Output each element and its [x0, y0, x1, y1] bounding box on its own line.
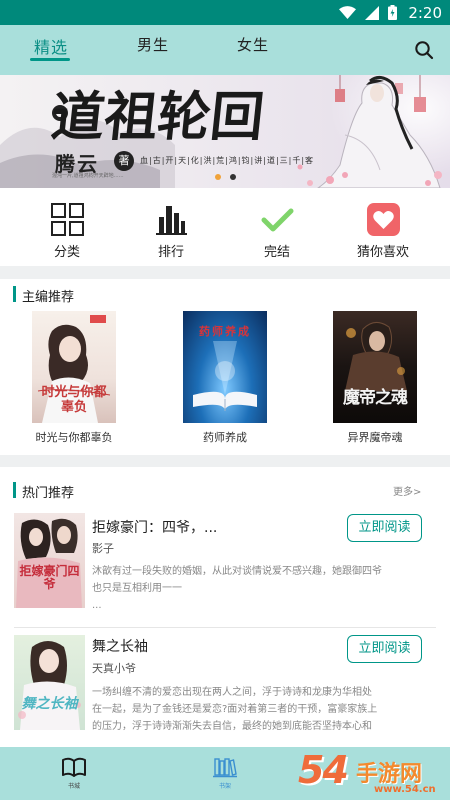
tab-male[interactable]: 男生 — [137, 34, 169, 55]
cover-title: 魔帝之魂 — [343, 388, 408, 408]
signal-icon — [365, 5, 380, 20]
bookstore-label: 书城 — [67, 783, 80, 790]
description-line: 的压力，浮于诗诗渐渐失去自信，最终的她到底能否坚持本心和 — [92, 721, 372, 732]
cover-title: 舞之长袖 — [21, 696, 78, 712]
wifi-icon — [339, 6, 357, 19]
ranking-label: 排行 — [157, 245, 184, 260]
bookshelf-label: 书架 — [218, 783, 231, 790]
book-cover[interactable]: 药师养成 — [183, 311, 267, 423]
battery-icon — [388, 5, 398, 20]
more-link[interactable]: 更多> — [393, 483, 421, 498]
status-icons: 2:20 — [339, 3, 442, 22]
watermark-number: 54 — [298, 748, 349, 792]
bar-chart-icon — [156, 206, 187, 235]
editor-picks-title: 主编推荐 — [22, 290, 75, 305]
grid-icon — [51, 203, 84, 236]
book-cover[interactable]: 舞之长袖 — [14, 635, 85, 730]
description-line: 一场纠缠不清的爱恋出现在两人之间，浮于诗诗和龙康为华相处 — [92, 687, 372, 698]
cover-title: 拒嫁豪门四爷 — [19, 564, 80, 591]
quick-menu: 分类 排行 完结 猜你喜欢 — [0, 188, 450, 266]
book-title[interactable]: 拒嫁豪门：四爷，... — [92, 517, 217, 537]
open-book-icon — [62, 757, 86, 777]
tab-female[interactable]: 女生 — [237, 34, 269, 55]
tab-featured[interactable]: 精选 — [34, 34, 68, 58]
banner-author-suffix: 著 — [114, 151, 134, 171]
banner-tags: 血|古|开|天|化|洪|荒|鸿|钧|讲|道|三|千|客 — [140, 156, 315, 165]
book-name[interactable]: 药师养成 — [170, 429, 280, 445]
list-item[interactable]: 舞之长袖 舞之长袖 天真小爷 一场纠缠不清的爱恋出现在两人之间，浮于诗诗和龙康为… — [0, 632, 450, 747]
book-cover[interactable]: 拒嫁豪门四爷 — [14, 513, 85, 608]
description-line: 也只是互相利用一一 — [92, 583, 182, 594]
heart-icon — [367, 203, 400, 236]
checkmark-icon — [261, 208, 294, 232]
section-accent-bar — [13, 286, 16, 302]
book-author: 天真小爷 — [92, 662, 136, 675]
book-description: 一场纠缠不清的爱恋出现在两人之间，浮于诗诗和龙康为华相处 在一起，是为了金钱还是… — [92, 684, 422, 735]
finished-label: 完结 — [263, 245, 290, 260]
bookshelf-icon — [213, 758, 237, 778]
finished-button[interactable]: 完结 — [221, 188, 333, 266]
site-watermark: 54 手游网 www.54.cn — [296, 748, 448, 800]
banner-dot-active[interactable] — [215, 174, 221, 180]
cover-art — [16, 518, 82, 608]
hot-picks-section: 热门推荐 更多> 拒嫁豪门四爷 拒嫁豪门：四爷，... 影子 沐歆有过一段失败的… — [0, 467, 450, 747]
description-line: ... — [92, 600, 102, 611]
recommend-label: 猜你喜欢 — [356, 245, 409, 260]
section-accent-bar — [13, 482, 16, 498]
recommend-button[interactable]: 猜你喜欢 — [327, 188, 439, 266]
status-bar: 2:20 — [0, 0, 450, 25]
book-name[interactable]: 时光与你都辜负 — [19, 429, 129, 445]
watermark-url: www.54.cn — [374, 784, 436, 795]
editor-picks-section: 主编推荐 时光与你都辜负 时光与你都辜负 药师养成 药师养成 魔帝之魂 异界魔帝… — [0, 279, 450, 455]
cover-title: 药师养成 — [199, 325, 251, 338]
book-cover[interactable]: 时光与你都辜负 — [32, 311, 116, 423]
book-name[interactable]: 异界魔帝魂 — [320, 429, 430, 445]
banner-description: 混沌一片,道祖鸿钧开天辟地…… — [52, 173, 124, 179]
active-tab-indicator — [30, 58, 70, 61]
cover-title: 时光与你都辜负 — [41, 385, 107, 415]
description-line: 在一起，是为了金钱还是爱恋?面对着第三者的干预，富豪家族上 — [92, 704, 378, 715]
cover-art — [18, 641, 81, 730]
category-label: 分类 — [53, 245, 80, 260]
banner-title: 道祖轮回 — [48, 86, 267, 148]
book-cover[interactable]: 魔帝之魂 — [333, 311, 417, 423]
book-author: 影子 — [92, 542, 114, 555]
bottom-tab-bookstore[interactable]: 书城 — [24, 747, 124, 800]
app-screen: 2:20 精选 男生 女生 道祖轮回 腾云 著 血|古|开|天|化|洪|荒|鸿|… — [0, 0, 450, 800]
read-now-button[interactable]: 立即阅读 — [347, 514, 422, 542]
top-nav: 精选 男生 女生 — [0, 25, 450, 75]
book-description: 沐歆有过一段失败的婚姻，从此对谈情说爱不感兴趣，她跟御四爷 也只是互相利用一一 … — [92, 563, 422, 614]
hot-picks-title: 热门推荐 — [22, 486, 75, 501]
book-title[interactable]: 舞之长袖 — [92, 636, 148, 656]
status-time: 2:20 — [408, 3, 442, 22]
ranking-button[interactable]: 排行 — [115, 188, 227, 266]
category-button[interactable]: 分类 — [11, 188, 123, 266]
search-icon[interactable] — [413, 39, 435, 61]
banner-dot[interactable] — [230, 174, 236, 180]
list-item[interactable]: 拒嫁豪门四爷 拒嫁豪门：四爷，... 影子 沐歆有过一段失败的婚姻，从此对谈情说… — [0, 511, 450, 631]
promo-banner[interactable]: 道祖轮回 腾云 著 血|古|开|天|化|洪|荒|鸿|钧|讲|道|三|千|客 混沌… — [0, 75, 450, 188]
divider — [14, 627, 436, 628]
read-now-button[interactable]: 立即阅读 — [347, 635, 422, 663]
description-line: 沐歆有过一段失败的婚姻，从此对谈情说爱不感兴趣，她跟御四爷 — [92, 566, 382, 577]
bottom-tab-bookshelf[interactable]: 书架 — [175, 747, 275, 800]
